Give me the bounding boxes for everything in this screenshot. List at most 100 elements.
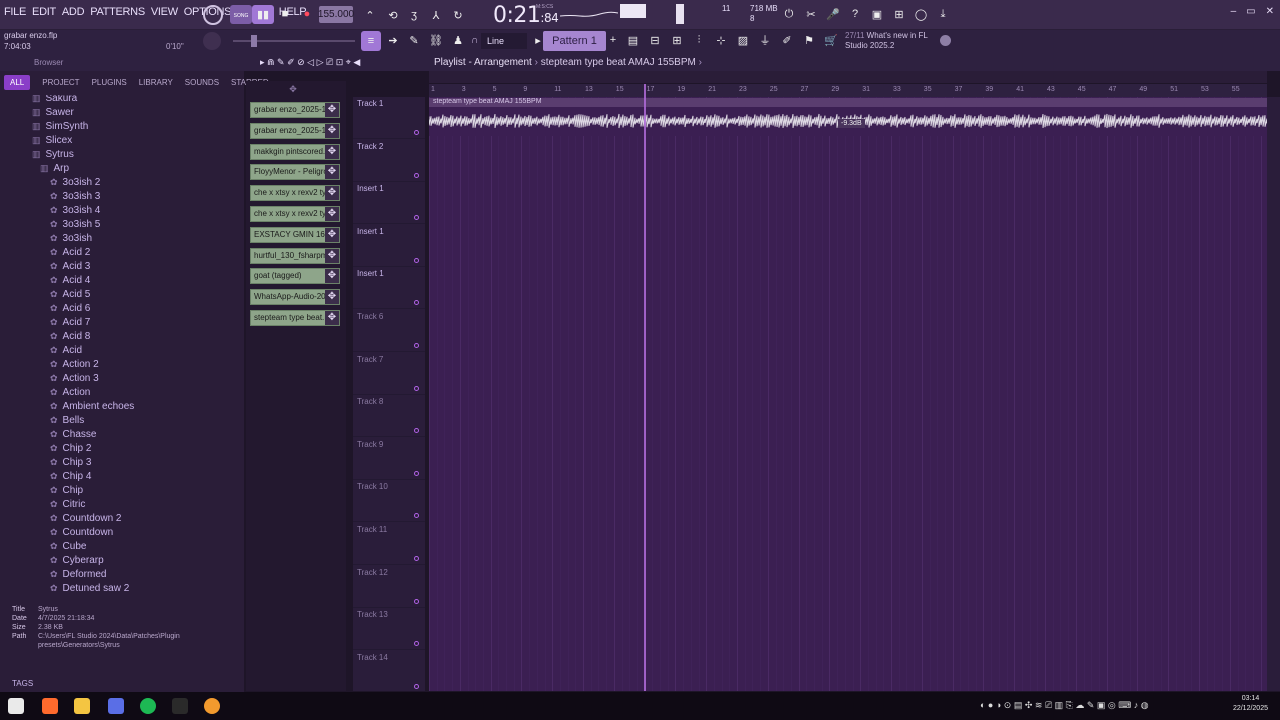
browser-item[interactable]: ✿ 3o3ish 4 — [50, 205, 100, 216]
browser-item[interactable]: ✿ Acid — [50, 345, 82, 356]
browser-item[interactable]: ✿ Citric — [50, 499, 85, 510]
stamp-icon[interactable]: ♟ — [449, 31, 467, 49]
track-header[interactable]: Track 2 — [353, 140, 425, 182]
browser-item[interactable]: ✿ Acid 8 — [50, 331, 90, 342]
browser-item[interactable]: ✿ Chip — [50, 485, 83, 496]
countdown-icon[interactable]: ʒ — [405, 6, 423, 24]
browser-item[interactable]: ▥ Sytrus — [32, 149, 74, 160]
playhead[interactable] — [644, 84, 646, 691]
power-icon[interactable]: ⏻ — [780, 5, 798, 23]
cut-icon[interactable]: ✂ — [802, 5, 820, 23]
clip-item[interactable]: hurtful_130_fsharpm... ✥ — [250, 247, 340, 264]
record-button[interactable]: ● — [298, 5, 316, 23]
arrow-right-icon[interactable]: ➔ — [384, 31, 402, 49]
track-mute-icon[interactable] — [414, 343, 419, 348]
browser-item[interactable]: ✿ Action 2 — [50, 359, 99, 370]
pause-button[interactable]: ▮▮ — [252, 5, 274, 24]
track-header[interactable]: Track 7 — [353, 353, 425, 395]
master-pitch-knob[interactable] — [203, 32, 221, 50]
clip-move-icon[interactable]: ✥ — [325, 144, 339, 159]
track-mute-icon[interactable] — [414, 598, 419, 604]
browser-tab-project[interactable]: PROJECT — [42, 78, 79, 87]
menu-file[interactable]: FILE — [4, 6, 26, 18]
track-header[interactable]: Track 13 — [353, 608, 425, 651]
playlist-tools[interactable]: ▸ ⋒ ✎ ✐ ⊘ ◁ ▷ ⎚ ⊡ ⌖ ◀ — [260, 57, 360, 68]
tray-icons[interactable]: ◐ ● ◑ ⊙ ▤ ✣ ≋ ⎚ ▥ ⎘ ☁ ✎ ▣ ◎ ⌨ ♪ ◍ — [980, 700, 1149, 711]
link-icon[interactable]: ⛓ — [427, 31, 445, 49]
track-mute-icon[interactable] — [414, 385, 419, 391]
plug-icon[interactable]: ⏚ — [756, 31, 774, 49]
folder-icon[interactable] — [74, 698, 90, 714]
browser-item[interactable]: ✿ Action 3 — [50, 373, 99, 384]
track-header[interactable]: Insert 1 — [353, 267, 425, 310]
browser-item[interactable]: ✿ Acid 4 — [50, 275, 90, 286]
browser-item[interactable]: ▥ Arp — [40, 163, 69, 174]
track-header[interactable]: Track 9 — [353, 438, 425, 480]
browser-item[interactable]: ✿ Countdown 2 — [50, 513, 121, 524]
browser-item[interactable]: ✿ Cube — [50, 541, 86, 552]
browser-item[interactable]: ✿ Countdown — [50, 527, 113, 538]
track-header[interactable]: Track 8 — [353, 395, 425, 438]
mixer-view-icon[interactable]: ⫶ — [690, 31, 708, 49]
browser-item[interactable]: ▥ SimSynth — [32, 121, 88, 132]
clip-move-icon[interactable]: ✥ — [325, 269, 339, 284]
add-pattern-icon[interactable]: + — [604, 31, 622, 49]
browser-item[interactable]: ✿ Chip 2 — [50, 443, 91, 454]
help-icon[interactable]: ? — [846, 5, 864, 23]
browser-tab-sounds[interactable]: SOUNDS — [185, 78, 219, 87]
track-mute-icon[interactable] — [414, 130, 419, 135]
save-icon[interactable]: ▣ — [868, 5, 886, 23]
clip-move-icon[interactable]: ✥ — [325, 290, 339, 305]
track-mute-icon[interactable] — [414, 257, 419, 263]
tempo-tap-icon[interactable]: ⚑ — [800, 31, 818, 49]
track-mute-icon[interactable] — [414, 513, 419, 519]
pattern-selector[interactable]: Pattern 1 — [543, 31, 606, 51]
browser-tab-library[interactable]: LIBRARY — [139, 78, 173, 87]
browser-item[interactable]: ▥ Sawer — [32, 107, 74, 118]
browser-item[interactable]: ✿ Chip 4 — [50, 471, 91, 482]
mic-icon[interactable]: 🎤 — [824, 5, 842, 23]
browser-item[interactable]: ✿ Action — [50, 387, 90, 398]
browser-item[interactable]: ✿ 3o3ish 5 — [50, 219, 100, 230]
tempo-display[interactable]: 155.000 — [318, 6, 354, 23]
timeline-ruler[interactable]: 1 3 5 9 11 13 15 17 19 21 23 25 27 29 31 33 35 37 39 41 43 45… — [429, 84, 1267, 97]
browser-item[interactable]: ✿ Deformed — [50, 569, 106, 580]
track-header[interactable]: Insert 1 — [353, 182, 425, 225]
cart-icon[interactable]: 🛒 — [822, 31, 840, 49]
clip-move-icon[interactable]: ✥ — [325, 248, 339, 263]
windows-start-icon[interactable] — [8, 698, 24, 714]
stop-button[interactable]: ■ — [276, 5, 294, 23]
browser-item[interactable]: ✿ Chasse — [50, 429, 96, 440]
track-header[interactable]: Track 6 — [353, 310, 425, 352]
clip-item[interactable]: goat (tagged) ✥ — [250, 268, 340, 285]
clip-item[interactable]: grabar enzo_2025-12-22... ✥ — [250, 122, 340, 139]
menu-add[interactable]: ADD — [62, 6, 85, 18]
track-header[interactable]: Track 1 — [353, 97, 425, 139]
spotify-icon[interactable] — [140, 698, 156, 714]
browser-item[interactable]: ✿ Acid 3 — [50, 261, 90, 272]
download-icon[interactable]: ⤓ — [934, 5, 952, 23]
app-icon[interactable] — [108, 698, 124, 714]
clip-move-icon[interactable]: ✥ — [325, 186, 339, 201]
globe-icon[interactable] — [940, 35, 951, 46]
clip-item[interactable]: grabar enzo_2025-12-22... ✥ — [250, 102, 340, 118]
snap-mode-select[interactable]: Line — [481, 33, 527, 49]
menu-edit[interactable]: EDIT — [32, 6, 56, 18]
clip-item[interactable]: WhatsApp-Audio-20... ✥ — [250, 289, 340, 306]
track-header[interactable]: Insert 1 — [353, 225, 425, 267]
clip-item[interactable]: FloyyMenor - Peligro... ✥ — [250, 164, 340, 181]
browser-tab-plugins[interactable]: PLUGINS — [92, 78, 127, 87]
clip-item[interactable]: stepteam type beat... ✥ — [250, 310, 340, 326]
chat-icon[interactable]: ◯ — [912, 5, 930, 23]
menu-patterns[interactable]: PATTERNS — [90, 6, 145, 18]
playlist-grid[interactable] — [429, 97, 1267, 691]
track-mute-icon[interactable] — [414, 683, 419, 689]
audio-clip[interactable]: stepteam type beat AMAJ 155BPM — [429, 98, 1267, 136]
browser-item[interactable]: ✿ Ambient echoes — [50, 401, 134, 412]
slider-handle[interactable] — [251, 35, 257, 47]
channel-rack-icon[interactable]: ⊞ — [668, 31, 686, 49]
clip-move-icon[interactable]: ✥ — [325, 227, 339, 242]
browser-item[interactable]: ✿ Acid 7 — [50, 317, 90, 328]
clip-move-icon[interactable]: ✥ — [325, 165, 339, 180]
browser-item[interactable]: ▥ Sakura — [32, 95, 77, 104]
